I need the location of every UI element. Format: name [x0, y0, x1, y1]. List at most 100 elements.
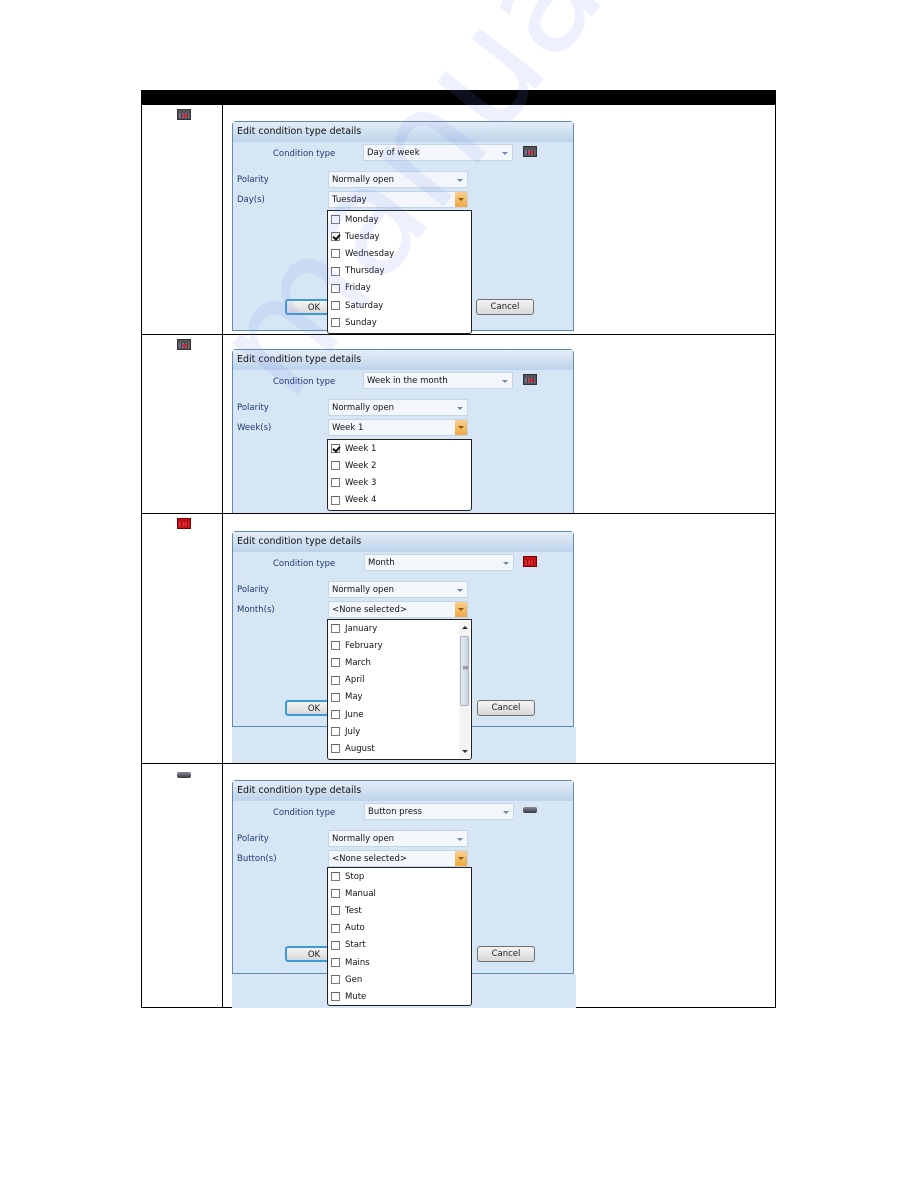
row-icon	[177, 339, 191, 350]
calendar-red-icon	[523, 556, 537, 567]
checkbox[interactable]	[331, 301, 340, 311]
list-item[interactable]: January	[328, 620, 471, 637]
buttons-select[interactable]: <None selected>	[328, 850, 468, 867]
option-label: March	[345, 657, 371, 668]
checkbox[interactable]	[331, 906, 340, 916]
checkbox[interactable]	[331, 675, 340, 685]
cancel-button[interactable]: Cancel	[476, 299, 534, 315]
list-item[interactable]: Wednesday	[328, 245, 471, 262]
checkbox[interactable]	[331, 641, 340, 651]
list-item[interactable]: Test	[328, 902, 471, 919]
cancel-button[interactable]: Cancel	[477, 946, 535, 962]
condition-type-label: Condition type	[273, 559, 336, 569]
cancel-button[interactable]: Cancel	[477, 700, 535, 716]
condition-type-icon	[523, 146, 537, 157]
months-select[interactable]: <None selected>	[328, 601, 468, 618]
checkbox[interactable]	[331, 266, 340, 276]
months-label: Month(s)	[237, 605, 275, 615]
buttons-label: Button(s)	[237, 854, 277, 864]
dropdown-button[interactable]	[455, 420, 467, 435]
checkbox[interactable]	[331, 692, 340, 702]
checkbox[interactable]	[331, 624, 340, 634]
list-item[interactable]: Stop	[328, 868, 471, 885]
condition-type-select[interactable]: Day of week	[363, 144, 513, 161]
checkbox[interactable]	[331, 727, 340, 737]
list-item[interactable]: July	[328, 723, 471, 740]
condition-type-select[interactable]: Button press	[364, 803, 514, 820]
checkbox[interactable]	[331, 495, 340, 505]
scrollbar[interactable]	[459, 621, 470, 758]
checkbox[interactable]	[331, 872, 340, 882]
button-icon	[523, 807, 537, 813]
list-item[interactable]: Manual	[328, 885, 471, 902]
checkbox[interactable]	[331, 478, 340, 488]
condition-type-select[interactable]: Week in the month	[363, 372, 513, 389]
list-item[interactable]: Gen	[328, 971, 471, 988]
scroll-down-arrow-icon[interactable]	[462, 750, 468, 753]
days-select[interactable]: Tuesday	[328, 191, 468, 208]
checkbox[interactable]	[331, 710, 340, 720]
scrollbar-thumb[interactable]	[460, 636, 469, 706]
list-item[interactable]: June	[328, 706, 471, 723]
dialog-title: Edit condition type details	[233, 122, 573, 142]
list-item[interactable]: Tuesday	[328, 228, 471, 245]
checkbox[interactable]	[331, 658, 340, 668]
checkbox[interactable]	[331, 461, 340, 471]
checkbox[interactable]	[331, 992, 340, 1002]
list-item[interactable]: Week 4	[328, 492, 471, 509]
polarity-label: Polarity	[237, 403, 269, 413]
checkbox[interactable]	[331, 283, 340, 293]
list-item[interactable]: April	[328, 672, 471, 689]
weeks-select[interactable]: Week 1	[328, 419, 468, 436]
polarity-label: Polarity	[237, 585, 269, 595]
list-item[interactable]: Mute	[328, 988, 471, 1005]
checkbox[interactable]	[331, 940, 340, 950]
polarity-label: Polarity	[237, 175, 269, 185]
list-item[interactable]: Thursday	[328, 263, 471, 280]
list-item[interactable]: Week 3	[328, 474, 471, 491]
polarity-select[interactable]: Normally open	[328, 581, 468, 598]
polarity-select[interactable]: Normally open	[328, 830, 468, 847]
list-item[interactable]: Mains	[328, 954, 471, 971]
list-item[interactable]: March	[328, 654, 471, 671]
option-label: May	[345, 692, 363, 703]
polarity-select[interactable]: Normally open	[328, 171, 468, 188]
checkbox[interactable]	[331, 215, 340, 225]
option-label: Wednesday	[345, 248, 395, 259]
weeks-label: Week(s)	[237, 423, 272, 433]
checkbox[interactable]	[331, 744, 340, 754]
checkbox-checked[interactable]	[331, 232, 340, 242]
list-item[interactable]: February	[328, 637, 471, 654]
checkbox[interactable]	[331, 958, 340, 968]
weeks-value: Week 1	[332, 423, 364, 433]
polarity-select[interactable]: Normally open	[328, 399, 468, 416]
list-item[interactable]: Auto	[328, 920, 471, 937]
chevron-down-icon	[503, 811, 509, 814]
list-item[interactable]: Sunday	[328, 314, 471, 331]
list-item[interactable]: Week 2	[328, 457, 471, 474]
scroll-up-arrow-icon[interactable]	[462, 626, 468, 629]
table-header	[142, 91, 775, 105]
list-item[interactable]: Saturday	[328, 297, 471, 314]
checkbox[interactable]	[331, 249, 340, 259]
calendar-icon	[177, 339, 191, 350]
checkbox[interactable]	[331, 318, 340, 328]
dropdown-button[interactable]	[455, 602, 467, 617]
list-item[interactable]: May	[328, 689, 471, 706]
days-dropdown-list: Monday Tuesday Wednesday Thursday Friday…	[327, 210, 472, 334]
list-item[interactable]: August	[328, 740, 471, 757]
row-icon	[177, 109, 191, 120]
condition-type-value: Month	[368, 558, 395, 568]
checkbox[interactable]	[331, 923, 340, 933]
chevron-down-icon	[502, 152, 508, 155]
condition-type-select[interactable]: Month	[364, 554, 514, 571]
list-item[interactable]: Start	[328, 937, 471, 954]
checkbox[interactable]	[331, 889, 340, 899]
list-item[interactable]: Monday	[328, 211, 471, 228]
checkbox-checked[interactable]	[331, 444, 340, 454]
list-item[interactable]: Week 1	[328, 440, 471, 457]
dropdown-button[interactable]	[455, 851, 467, 866]
dropdown-button[interactable]	[455, 192, 467, 207]
checkbox[interactable]	[331, 975, 340, 985]
list-item[interactable]: Friday	[328, 280, 471, 297]
